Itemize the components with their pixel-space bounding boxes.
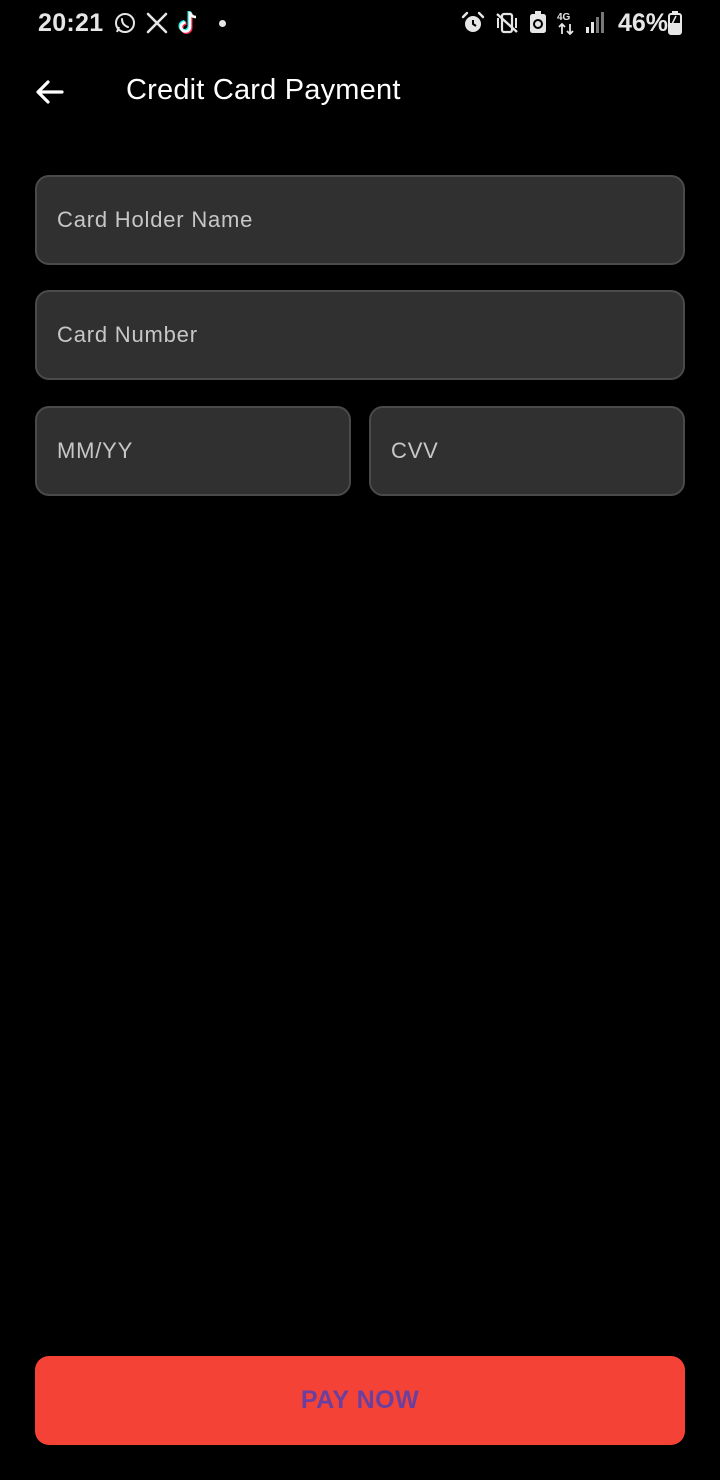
battery-saver-icon bbox=[528, 11, 548, 35]
expiry-field[interactable] bbox=[35, 406, 351, 496]
arrow-left-icon bbox=[36, 80, 64, 104]
svg-text:4G: 4G bbox=[557, 12, 571, 23]
card-number-field[interactable] bbox=[35, 290, 685, 380]
app-bar: Credit Card Payment bbox=[0, 60, 720, 122]
vibrate-icon bbox=[494, 11, 520, 35]
card-number-input[interactable] bbox=[57, 292, 683, 378]
card-holder-name-field[interactable] bbox=[35, 175, 685, 265]
status-left: 20:21 bbox=[38, 8, 227, 38]
battery-percent: 46% bbox=[617, 8, 668, 37]
cvv-field[interactable] bbox=[369, 406, 685, 496]
tiktok-icon bbox=[177, 10, 201, 36]
battery-icon bbox=[668, 11, 682, 35]
status-right: 4G 46% bbox=[460, 9, 682, 38]
page-title: Credit Card Payment bbox=[126, 74, 401, 106]
card-holder-name-input[interactable] bbox=[57, 177, 683, 263]
whatsapp-icon bbox=[113, 11, 137, 35]
status-time: 20:21 bbox=[38, 8, 104, 37]
back-button[interactable] bbox=[30, 72, 70, 112]
status-bar: 20:21 4G 46% bbox=[0, 0, 720, 46]
more-notifications-dot bbox=[219, 19, 227, 27]
signal-icon bbox=[584, 11, 604, 35]
payment-screen: 20:21 4G 46% Credit Card Payment Card Ho… bbox=[0, 0, 720, 1480]
4g-icon: 4G bbox=[556, 10, 576, 36]
alarm-icon bbox=[460, 11, 486, 35]
x-icon bbox=[145, 11, 169, 35]
pay-now-button[interactable]: PAY NOW bbox=[35, 1356, 685, 1445]
expiry-input[interactable] bbox=[57, 408, 349, 494]
cvv-input[interactable] bbox=[391, 408, 683, 494]
